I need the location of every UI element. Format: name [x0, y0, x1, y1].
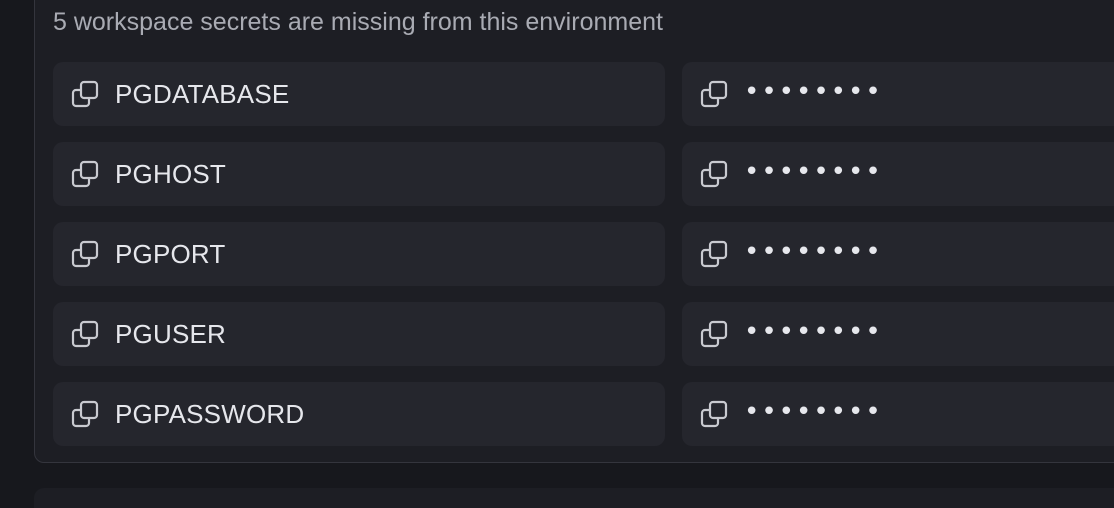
secret-value-masked: •••••••• [744, 317, 883, 347]
secret-key-label: PGPORT [115, 238, 226, 269]
secret-key-row: PGHOST [53, 142, 665, 206]
copy-icon[interactable] [69, 158, 101, 190]
secret-key-row: PGUSER [53, 302, 665, 366]
next-panel-edge [34, 488, 1114, 508]
secret-key-row: PGPORT [53, 222, 665, 286]
secret-key-row: PGPASSWORD [53, 382, 665, 446]
copy-icon[interactable] [698, 398, 730, 430]
copy-icon[interactable] [69, 318, 101, 350]
secret-value-masked: •••••••• [744, 157, 883, 187]
copy-icon[interactable] [698, 78, 730, 110]
secret-value-masked: •••••••• [744, 237, 883, 267]
secret-value-masked: •••••••• [744, 397, 883, 427]
copy-icon[interactable] [69, 398, 101, 430]
copy-icon[interactable] [698, 318, 730, 350]
secret-key-row: PGDATABASE [53, 62, 665, 126]
secret-value-row: •••••••• [682, 142, 1114, 206]
copy-icon[interactable] [69, 78, 101, 110]
secret-value-masked: •••••••• [744, 77, 883, 107]
missing-secrets-heading: 5 workspace secrets are missing from thi… [53, 8, 663, 36]
copy-icon[interactable] [69, 238, 101, 270]
secret-key-label: PGUSER [115, 318, 227, 349]
secret-value-row: •••••••• [682, 222, 1114, 286]
copy-icon[interactable] [698, 238, 730, 270]
secret-key-label: PGHOST [115, 158, 226, 189]
secret-value-row: •••••••• [682, 302, 1114, 366]
secret-key-label: PGPASSWORD [115, 398, 305, 429]
secret-value-row: •••••••• [682, 62, 1114, 126]
copy-icon[interactable] [698, 158, 730, 190]
secret-value-row: •••••••• [682, 382, 1114, 446]
secret-key-label: PGDATABASE [115, 78, 290, 109]
